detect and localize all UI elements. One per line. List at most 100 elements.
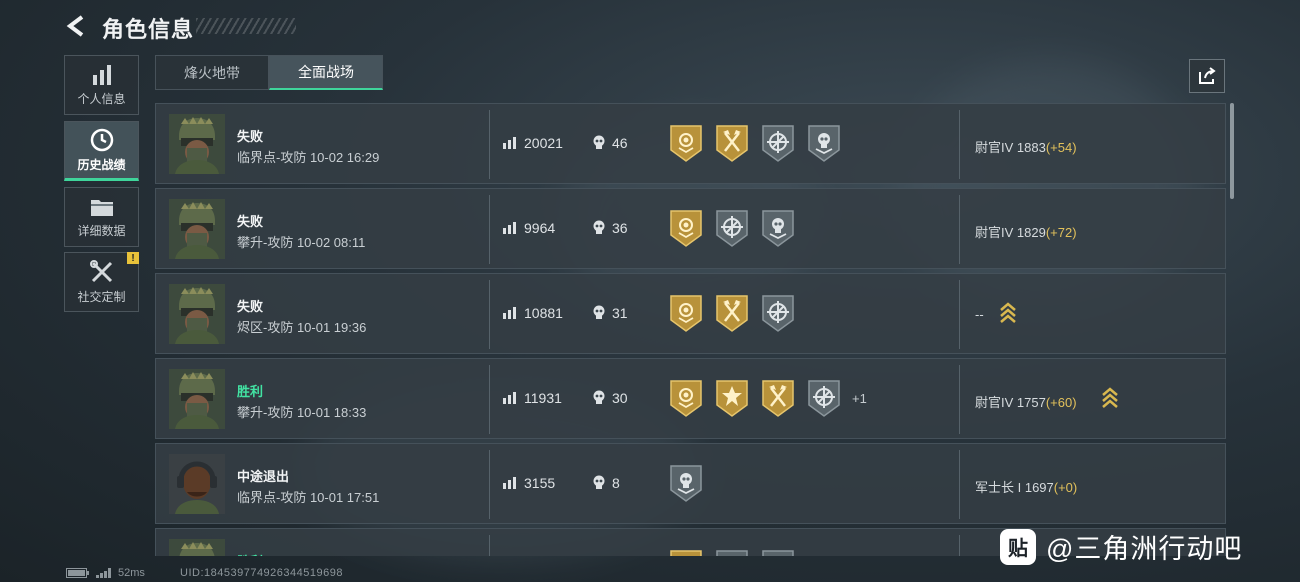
row-divider bbox=[959, 450, 960, 519]
status-bar: 52ms bbox=[66, 567, 145, 579]
nav-social-custom[interactable]: 社交定制 ! bbox=[64, 252, 139, 312]
watermark: 贴 @三角洲行动吧 bbox=[1000, 527, 1242, 566]
page-title: 角色信息 bbox=[102, 17, 195, 42]
nav-personal-info[interactable]: 个人信息 bbox=[64, 55, 139, 115]
skull-icon bbox=[593, 305, 605, 319]
row-divider bbox=[489, 110, 490, 179]
silver-skull-medal-icon bbox=[762, 550, 794, 556]
clock-icon bbox=[90, 128, 113, 151]
silver-target-medal-icon bbox=[762, 295, 794, 332]
match-score: 10881 bbox=[524, 305, 563, 321]
rank-value: 尉官IV 1883 bbox=[975, 140, 1046, 155]
tools-icon bbox=[89, 259, 112, 282]
match-kills: 36 bbox=[612, 220, 628, 236]
gold-rose-medal-icon bbox=[670, 380, 702, 417]
match-kills: 30 bbox=[612, 390, 628, 406]
ping-value: 52ms bbox=[118, 567, 145, 579]
medal-list bbox=[668, 208, 796, 248]
mode-tabs: 烽火地带 全面战场 bbox=[155, 55, 383, 90]
match-score: 20021 bbox=[524, 135, 563, 151]
title-decoration bbox=[196, 18, 296, 34]
share-icon bbox=[1199, 67, 1216, 84]
gold-rose-medal-icon bbox=[670, 295, 702, 332]
match-result: 胜利 bbox=[237, 551, 263, 556]
notification-badge: ! bbox=[127, 252, 139, 264]
match-kills: 8 bbox=[612, 475, 620, 491]
match-result: 胜利 bbox=[237, 384, 264, 399]
tab-full-battlefield[interactable]: 全面战场 bbox=[269, 55, 383, 90]
silver-target-medal-icon bbox=[808, 380, 840, 417]
row-divider bbox=[959, 535, 960, 556]
nav-label: 历史战绩 bbox=[77, 157, 126, 172]
folder-icon bbox=[90, 199, 113, 216]
match-row[interactable]: 胜利攀升-攻防 10-01 18:33 11931 30 +1 尉官IV 1757(+6… bbox=[155, 358, 1226, 439]
match-result: 失败 bbox=[237, 214, 264, 229]
rank-value: 军士长 I 1697 bbox=[975, 480, 1054, 495]
match-detail: 临界点-攻防 10-02 16:29 bbox=[237, 150, 380, 165]
gold-rose-medal-icon bbox=[670, 125, 702, 162]
match-row[interactable]: 失败烬区-攻防 10-01 19:36 10881 31 -- bbox=[155, 273, 1226, 354]
match-list[interactable]: 失败 临界点-攻防 10-02 16:29 20021 46 尉官IV 1883(+54… bbox=[155, 103, 1226, 556]
silver-target-medal-icon bbox=[762, 125, 794, 162]
rank-delta: (+0) bbox=[1053, 480, 1078, 495]
score-icon bbox=[503, 222, 516, 234]
rank-info: -- bbox=[975, 307, 984, 322]
rank-chevron-icon bbox=[1000, 302, 1016, 323]
medal-list: +1 bbox=[668, 378, 867, 418]
match-row[interactable]: 失败 攀升-攻防 10-02 08:11 9964 36 尉官IV 1829(+72) bbox=[155, 188, 1226, 269]
match-row[interactable]: 失败临界点-攻防 10-02 16:29 20021 46 尉官IV 1883(+54… bbox=[155, 103, 1226, 184]
gold-rose-medal-icon bbox=[670, 210, 702, 247]
match-detail: 攀升-攻防 10-01 18:33 bbox=[237, 405, 367, 420]
silver-skull-medal-icon bbox=[670, 465, 702, 502]
rank-info: 军士长 I 1697(+0) bbox=[975, 477, 1077, 496]
gold-axe-medal-icon bbox=[762, 380, 794, 417]
row-divider bbox=[959, 110, 960, 179]
operator-avatar bbox=[169, 114, 225, 174]
medal-list bbox=[668, 548, 796, 556]
rank-chevron-icon bbox=[1102, 387, 1118, 408]
watermark-text: @三角洲行动吧 bbox=[1046, 534, 1243, 564]
silver-target-medal-icon bbox=[716, 550, 748, 556]
watermark-logo: 贴 bbox=[1000, 528, 1036, 565]
nav-match-history[interactable]: 历史战绩 bbox=[64, 121, 139, 181]
match-row[interactable]: 中途退出 临界点-攻防 10-01 17:51 3155 8 军士长 I 1697(+0… bbox=[155, 443, 1226, 524]
scrollbar[interactable] bbox=[1230, 103, 1234, 199]
rank-delta: (+60) bbox=[1045, 395, 1077, 410]
nav-label: 社交定制 bbox=[77, 289, 126, 304]
skull-icon bbox=[593, 135, 605, 149]
operator-avatar bbox=[169, 199, 225, 259]
match-kills: 31 bbox=[612, 305, 628, 321]
rank-value: 尉官IV 1757 bbox=[975, 395, 1046, 410]
row-divider bbox=[959, 280, 960, 349]
skull-icon bbox=[593, 475, 605, 489]
rank-delta: (+72) bbox=[1045, 225, 1077, 240]
match-result: 失败 bbox=[237, 299, 264, 314]
match-score: 11931 bbox=[524, 390, 562, 406]
gold-star-medal-icon bbox=[716, 380, 748, 417]
gold-axe-medal-icon bbox=[716, 125, 748, 162]
rank-value: 尉官IV 1829 bbox=[975, 225, 1046, 240]
gold-axe-medal-icon bbox=[716, 295, 748, 332]
match-result: 失败 bbox=[237, 129, 264, 144]
row-divider bbox=[489, 195, 490, 264]
operator-avatar bbox=[169, 454, 225, 514]
silver-skull-medal-icon bbox=[808, 125, 840, 162]
match-kills: 46 bbox=[612, 135, 628, 151]
rank-value: -- bbox=[975, 307, 984, 322]
share-button[interactable] bbox=[1189, 59, 1225, 93]
rank-delta: (+54) bbox=[1045, 140, 1077, 155]
rank-info: 尉官IV 1829(+72) bbox=[975, 222, 1077, 241]
nav-label: 个人信息 bbox=[77, 91, 126, 106]
row-divider bbox=[489, 535, 490, 556]
tab-havoc-zone[interactable]: 烽火地带 bbox=[155, 55, 269, 90]
back-arrow-icon[interactable] bbox=[64, 14, 90, 38]
silver-target-medal-icon bbox=[716, 210, 748, 247]
bar-chart-icon bbox=[92, 64, 111, 85]
score-icon bbox=[503, 392, 516, 404]
nav-detailed-data[interactable]: 详细数据 bbox=[64, 187, 139, 247]
signal-icon bbox=[96, 568, 111, 578]
match-detail: 烬区-攻防 10-01 19:36 bbox=[237, 320, 367, 335]
skull-icon bbox=[593, 220, 605, 234]
medal-list bbox=[668, 293, 796, 333]
match-score: 9964 bbox=[524, 220, 556, 236]
